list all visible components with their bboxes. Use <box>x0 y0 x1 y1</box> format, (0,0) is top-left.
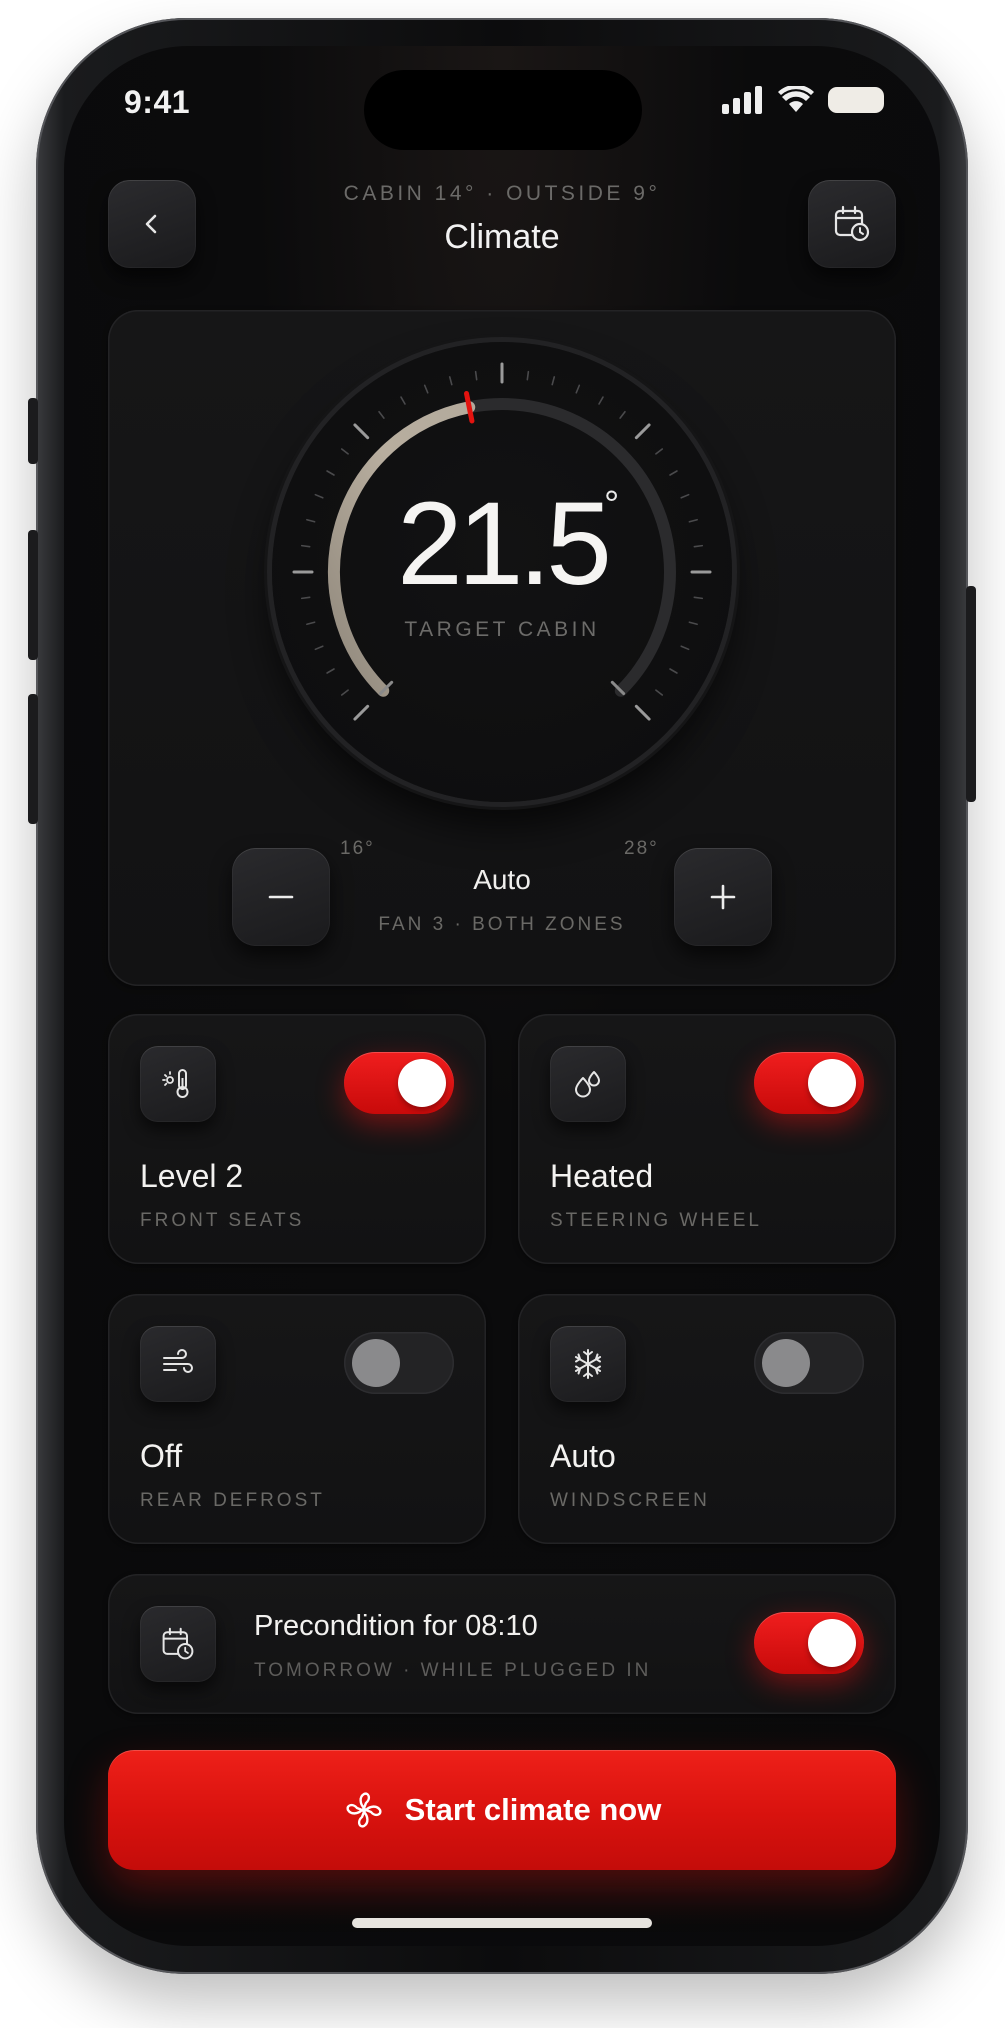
wifi-icon <box>778 86 814 112</box>
tile-icon <box>550 1046 626 1122</box>
wind-icon <box>163 1349 193 1373</box>
dial-tick <box>314 645 324 651</box>
dial-tick <box>423 384 429 394</box>
signal-icon <box>722 86 762 114</box>
tile-label: WINDSCREEN <box>550 1490 710 1511</box>
dial-tick <box>340 448 349 455</box>
battery-icon <box>828 87 884 113</box>
dial-tick <box>400 396 406 405</box>
range-min-label: 16° <box>340 838 375 859</box>
steering-wheel-toggle[interactable] <box>754 1052 864 1114</box>
dial-tick <box>669 668 678 674</box>
precondition-card[interactable]: Precondition for 08:10 TOMORROW · WHILE … <box>108 1574 896 1714</box>
dynamic-island <box>364 70 642 150</box>
tile-value: Level 2 <box>140 1158 244 1194</box>
start-climate-label: Start climate now <box>404 1792 662 1827</box>
start-climate-button[interactable]: Start climate now <box>108 1750 896 1870</box>
dial-tick <box>326 668 335 674</box>
degree-symbol: ° <box>604 484 620 526</box>
droplets-icon <box>575 1071 600 1098</box>
schedule-button[interactable] <box>808 180 896 268</box>
dial-tick <box>340 689 349 696</box>
tile-icon <box>140 1326 216 1402</box>
rear-defrost-toggle[interactable] <box>344 1332 454 1394</box>
temperature-dial[interactable]: 21.5 ° TARGET CABIN <box>272 342 732 802</box>
tile-front-seats[interactable]: Level 2 FRONT SEATS <box>108 1014 486 1264</box>
dial-tick <box>353 704 370 721</box>
tile-label: STEERING WHEEL <box>550 1210 762 1231</box>
tile-value: Off <box>140 1438 183 1474</box>
target-label: TARGET CABIN <box>404 618 600 641</box>
temperature-card: 21.5 ° TARGET CABIN 16° 28° Auto FAN 3 ·… <box>108 310 896 986</box>
precondition-subtitle: TOMORROW · WHILE PLUGGED IN <box>254 1660 652 1681</box>
precondition-title: Precondition for 08:10 <box>254 1610 538 1642</box>
calendar-clock-icon <box>162 1627 194 1660</box>
calendar-clock-icon <box>834 205 870 242</box>
tile-rear-defrost[interactable]: Off REAR DEFROST <box>108 1294 486 1544</box>
tile-steering-wheel[interactable]: Heated STEERING WHEEL <box>518 1014 896 1264</box>
dial-tick <box>619 410 626 419</box>
tile-windscreen[interactable]: Auto WINDSCREEN <box>518 1294 896 1544</box>
volume-down-button <box>28 694 38 824</box>
dial-tick <box>378 410 385 419</box>
dial-tick <box>655 448 664 455</box>
tile-icon <box>550 1326 626 1402</box>
precondition-toggle[interactable] <box>754 1612 864 1674</box>
volume-up-button <box>28 530 38 660</box>
fan-icon <box>346 1792 382 1828</box>
status-icons <box>722 86 884 114</box>
plus-icon <box>710 884 736 910</box>
toggle-knob <box>808 1619 856 1667</box>
screen: 9:41 CABIN 14° · OUTSIDE 9° Climate 21.5… <box>64 46 940 1946</box>
dial-tick <box>526 370 530 381</box>
tile-value: Heated <box>550 1158 654 1194</box>
increase-temperature-button[interactable] <box>674 848 772 946</box>
action-button <box>28 398 38 464</box>
home-indicator <box>352 1918 652 1928</box>
dial-tick <box>634 423 651 440</box>
dial-tick <box>575 384 581 394</box>
toggle-knob <box>398 1059 446 1107</box>
dial-tick <box>680 645 690 651</box>
dial-tick <box>598 396 604 405</box>
dial-value-indicator <box>463 390 475 424</box>
tile-icon <box>140 1046 216 1122</box>
range-max-label: 28° <box>624 838 659 859</box>
dial-tick <box>669 470 678 476</box>
seat-heat-icon <box>162 1069 189 1098</box>
front-seats-toggle[interactable] <box>344 1052 454 1114</box>
tile-label: REAR DEFROST <box>140 1490 325 1511</box>
dial-tick <box>326 470 335 476</box>
fan-detail: FAN 3 · BOTH ZONES <box>378 914 626 935</box>
fan-mode: Auto <box>473 864 531 895</box>
dial-tick <box>474 370 478 381</box>
toggle-knob <box>352 1339 400 1387</box>
tile-value: Auto <box>550 1438 616 1474</box>
dial-tick <box>655 689 664 696</box>
dial-tick <box>353 423 370 440</box>
precondition-icon-box <box>140 1606 216 1682</box>
dial-tick <box>634 704 651 721</box>
dial-tick <box>448 376 453 386</box>
windscreen-toggle[interactable] <box>754 1332 864 1394</box>
power-button <box>966 586 976 802</box>
tile-label: FRONT SEATS <box>140 1210 305 1231</box>
target-temperature: 21.5 <box>397 478 612 610</box>
toggle-knob <box>808 1059 856 1107</box>
snowflake-icon <box>574 1349 602 1379</box>
dial-tick <box>551 376 556 386</box>
status-time: 9:41 <box>124 84 191 120</box>
toggle-knob <box>762 1339 810 1387</box>
